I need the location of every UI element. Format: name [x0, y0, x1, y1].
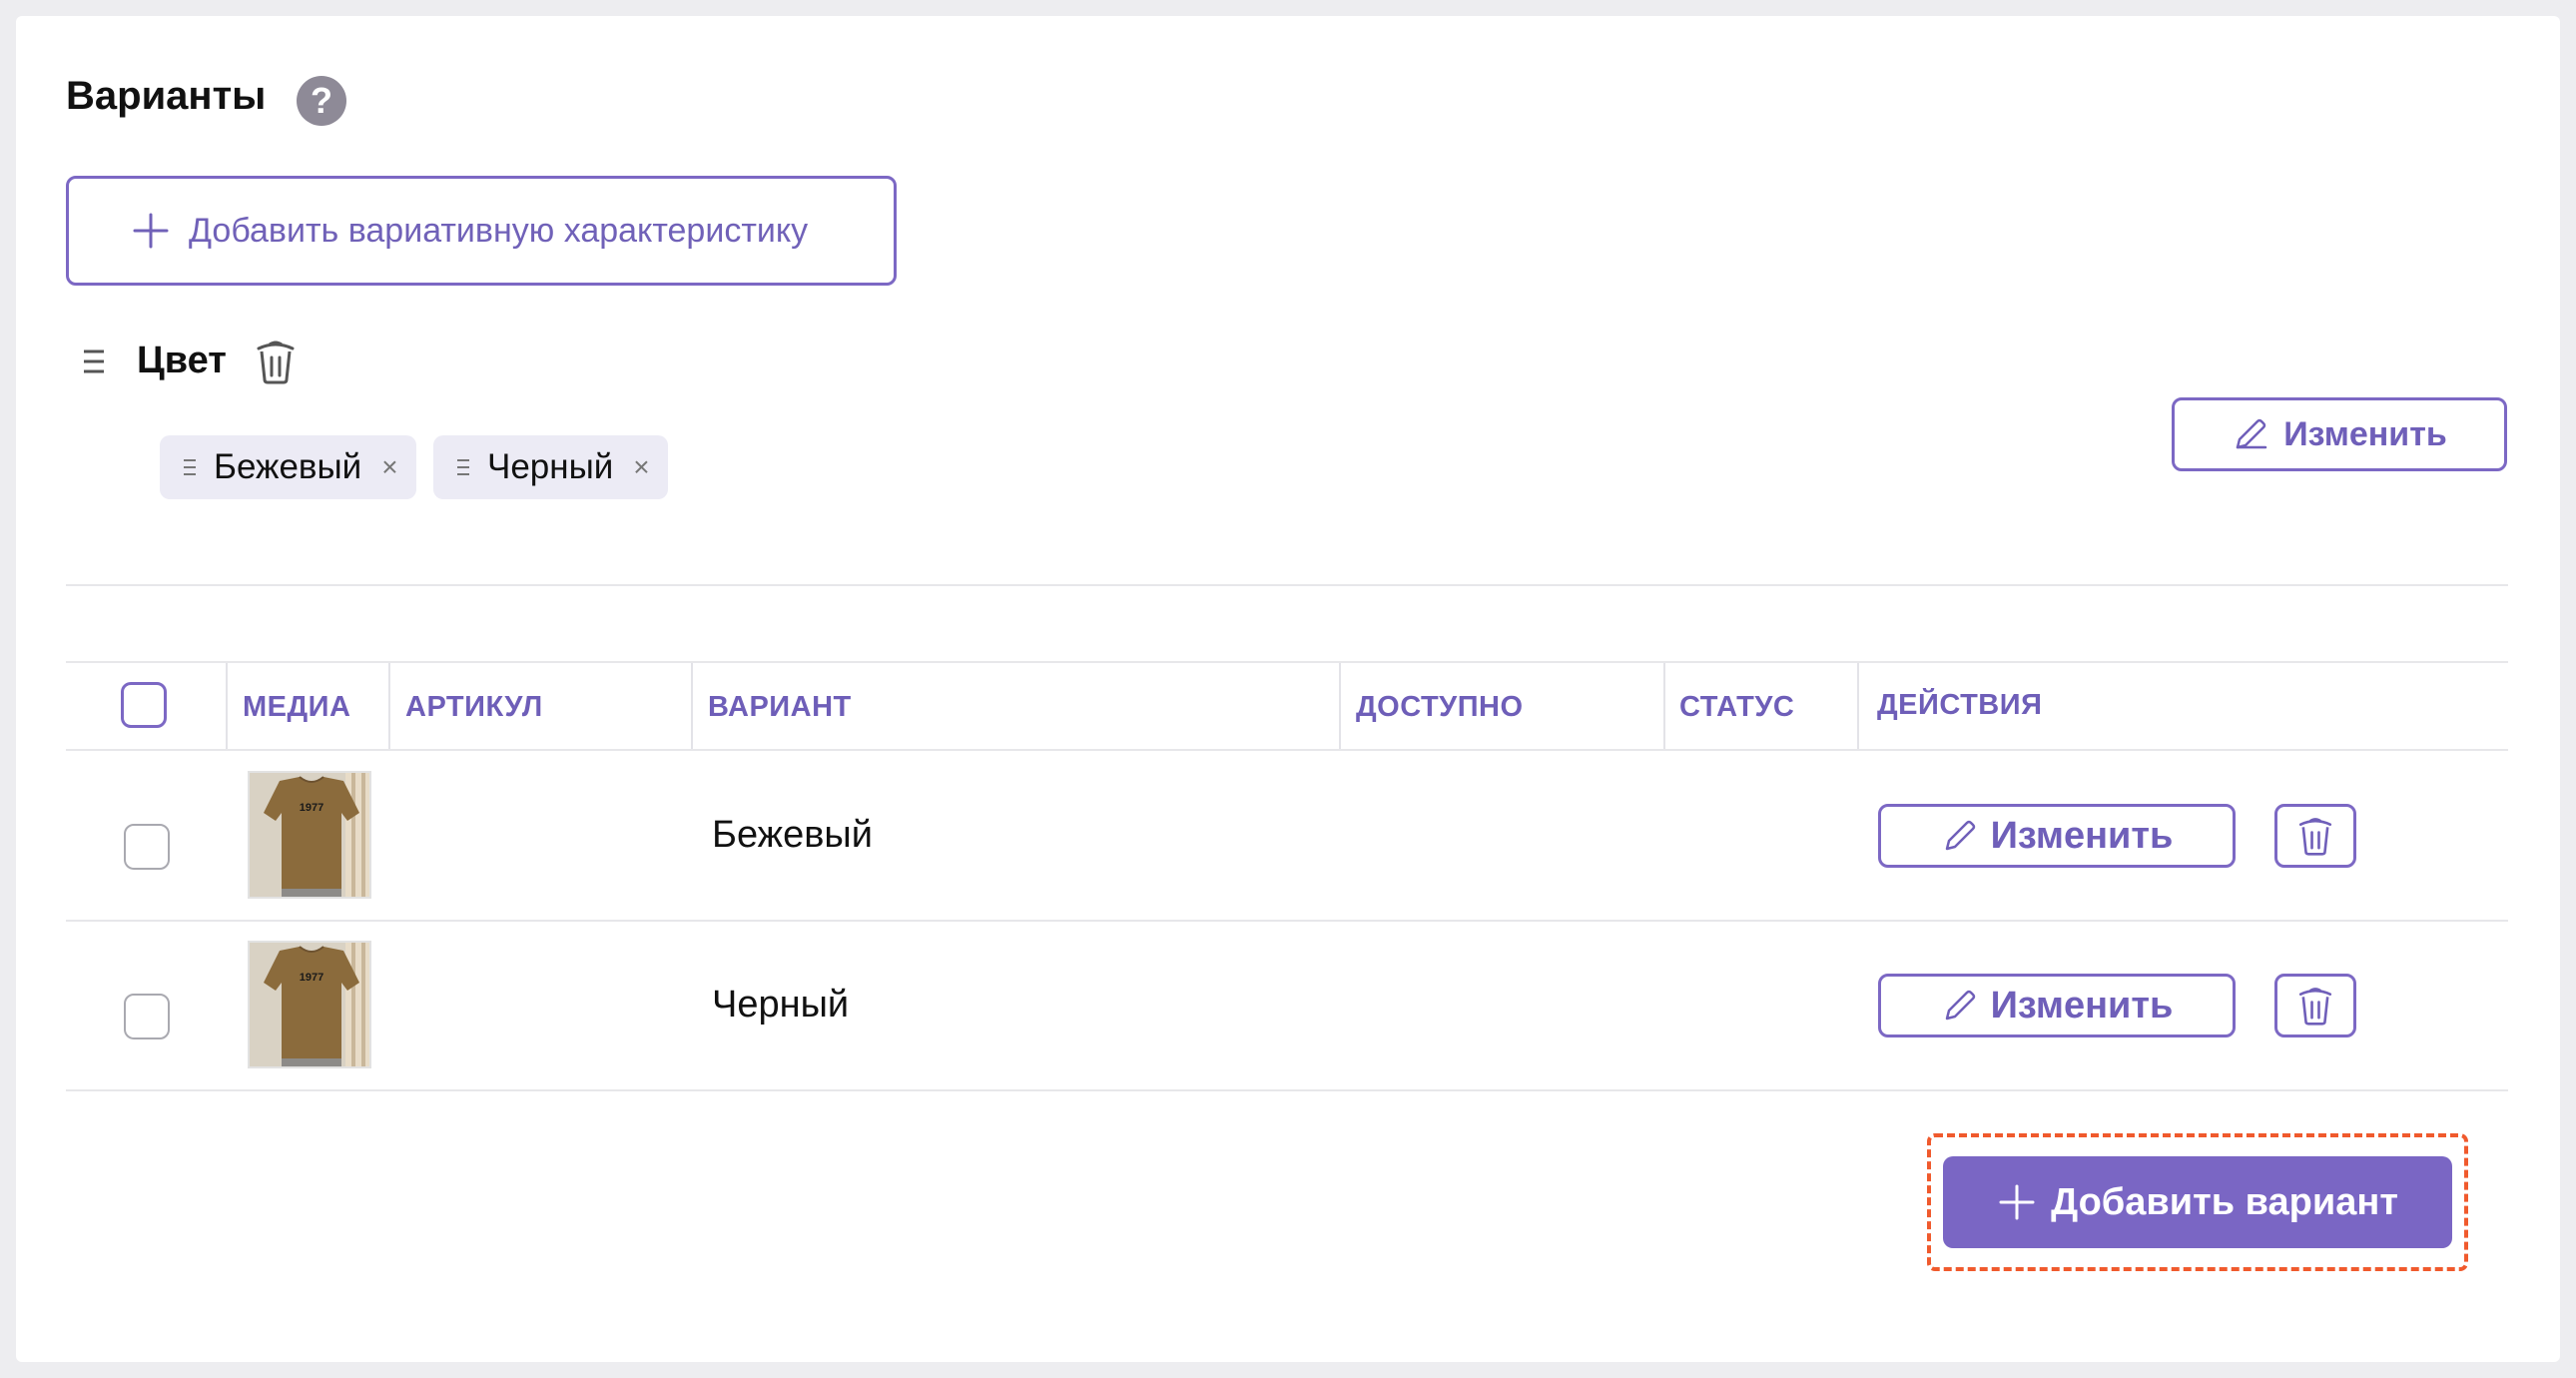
drag-handle-icon[interactable]	[455, 456, 471, 478]
column-separator	[691, 663, 693, 749]
delete-variant-button[interactable]	[2274, 974, 2356, 1037]
add-variant-label: Добавить вариант	[2051, 1180, 2398, 1223]
variant-name: Черный	[712, 984, 850, 1026]
table-top-border	[66, 661, 2508, 663]
add-variant-button[interactable]: Добавить вариант	[1943, 1156, 2452, 1248]
variant-name: Бежевый	[712, 814, 873, 856]
edit-attribute-label: Изменить	[2283, 414, 2447, 453]
add-attribute-label: Добавить вариативную характеристику	[189, 211, 809, 250]
value-chip-beige[interactable]: Бежевый ×	[160, 435, 416, 499]
column-header-variant[interactable]: ВАРИАНТ	[708, 689, 852, 725]
column-header-article[interactable]: АРТИКУЛ	[405, 689, 543, 725]
column-separator	[1857, 663, 1859, 749]
trash-icon	[2298, 988, 2332, 1026]
column-separator	[226, 663, 228, 749]
edit-variant-button[interactable]: Изменить	[1878, 974, 2236, 1037]
row-divider	[66, 1089, 2508, 1091]
close-icon[interactable]: ×	[633, 451, 649, 483]
help-icon[interactable]: ?	[297, 76, 346, 126]
section-title: Варианты	[66, 74, 267, 118]
close-icon[interactable]: ×	[381, 451, 397, 483]
pencil-icon	[1945, 820, 1975, 851]
row-checkbox[interactable]	[124, 994, 170, 1039]
variant-thumbnail[interactable]: 1977	[248, 771, 371, 899]
chip-label: Бежевый	[214, 447, 362, 486]
variant-thumbnail[interactable]: 1977	[248, 941, 371, 1068]
column-separator	[1663, 663, 1665, 749]
edit-variant-label: Изменить	[1990, 814, 2174, 857]
column-header-available[interactable]: ДОСТУПНО	[1356, 689, 1524, 725]
plus-icon	[133, 213, 169, 249]
column-separator	[1339, 663, 1341, 749]
pencil-icon	[2236, 418, 2267, 449]
drag-handle-icon[interactable]	[182, 456, 198, 478]
tshirt-image: 1977	[250, 943, 369, 1066]
select-all-checkbox[interactable]	[121, 682, 167, 728]
tshirt-image: 1977	[250, 773, 369, 897]
column-separator	[388, 663, 390, 749]
divider	[66, 584, 2508, 586]
plus-icon	[1999, 1184, 2035, 1220]
table-header-border	[66, 749, 2508, 751]
column-header-media[interactable]: МЕДИА	[243, 689, 350, 725]
column-header-status[interactable]: СТАТУС	[1679, 689, 1794, 725]
value-chip-black[interactable]: Черный ×	[433, 435, 668, 499]
svg-text:1977: 1977	[300, 972, 323, 984]
edit-variant-button[interactable]: Изменить	[1878, 804, 2236, 868]
row-divider	[66, 920, 2508, 922]
add-attribute-button[interactable]: Добавить вариативную характеристику	[66, 176, 897, 286]
drag-handle-icon[interactable]	[80, 345, 108, 377]
trash-icon	[2298, 818, 2332, 856]
pencil-icon	[1945, 990, 1975, 1021]
chip-label: Черный	[487, 447, 614, 486]
row-checkbox[interactable]	[124, 824, 170, 870]
attribute-name: Цвет	[137, 340, 227, 381]
column-header-actions: ДЕЙСТВИЯ	[1877, 689, 2043, 721]
svg-text:1977: 1977	[300, 802, 323, 814]
edit-attribute-button[interactable]: Изменить	[2172, 397, 2507, 471]
delete-variant-button[interactable]	[2274, 804, 2356, 868]
trash-icon[interactable]	[253, 338, 299, 385]
edit-variant-label: Изменить	[1990, 984, 2174, 1027]
